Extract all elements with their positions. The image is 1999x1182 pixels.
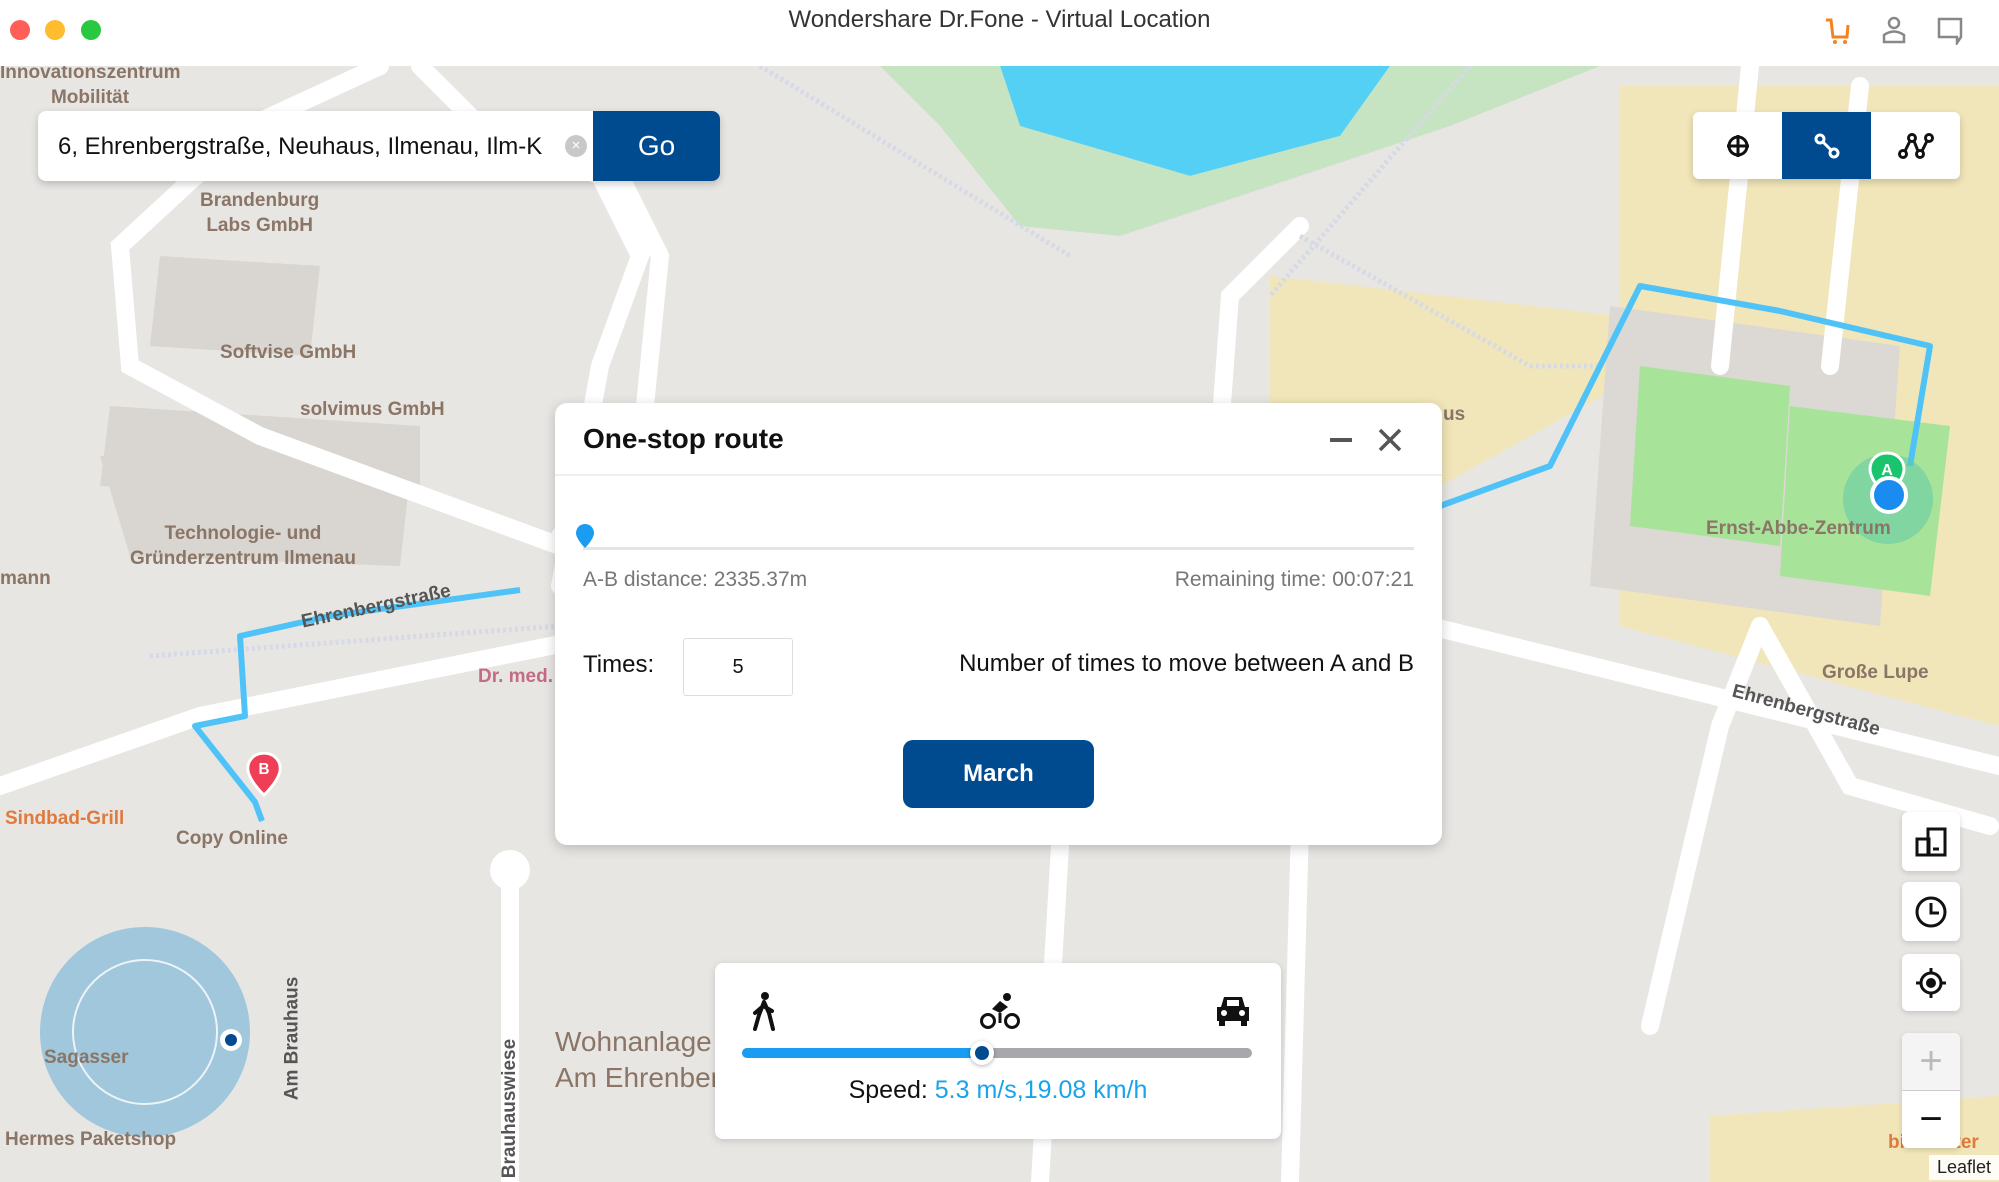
map-label: Große Lupe [1822, 662, 1929, 683]
marker-b-label: B [259, 761, 270, 778]
address-input[interactable] [56, 111, 590, 181]
window-title: Wondershare Dr.Fone - Virtual Location [788, 6, 1211, 33]
map-label: Sagasser [44, 1047, 129, 1068]
zoom-in-button[interactable]: + [1902, 1033, 1960, 1091]
one-stop-route-dialog: One-stop route A-B distance: 2335.37m Re… [555, 403, 1442, 845]
mode-toolbar [1693, 112, 1960, 179]
multi-stop-route-mode-button[interactable] [1871, 112, 1960, 179]
cart-icon[interactable] [1820, 12, 1856, 48]
one-stop-route-icon [1814, 133, 1839, 158]
map-label: Dr. med. [478, 666, 553, 687]
multi-stop-route-icon [1897, 132, 1934, 159]
zoom-out-button[interactable]: − [1902, 1091, 1960, 1148]
map-label: Wohnanlage Am Ehrenberg [555, 1026, 736, 1093]
street-label: Brauhauswiese [499, 1038, 521, 1179]
speed-panel: Speed: 5.3 m/s,19.08 km/h [715, 963, 1281, 1139]
times-input[interactable] [683, 638, 793, 696]
current-location-dot [1870, 476, 1908, 514]
account-icon[interactable] [1876, 12, 1912, 48]
times-description: Number of times to move between A and B [959, 650, 1414, 677]
speed-readout: Speed: 5.3 m/s,19.08 km/h [715, 1076, 1281, 1105]
devices-icon [1915, 827, 1947, 856]
feedback-icon[interactable] [1932, 12, 1968, 48]
map-label: Brandenburg Labs GmbH [200, 190, 320, 236]
map-label: Ernst-Abbe-Zentrum [1706, 518, 1891, 539]
map-label: Sindbad-Grill [5, 808, 125, 829]
teleport-icon [1726, 134, 1749, 157]
clock-icon [1915, 896, 1947, 927]
device-switch-button[interactable] [1902, 812, 1960, 871]
search-bar: × Go [38, 111, 720, 181]
map-label: Innovationszentrum Mobilität [0, 66, 181, 108]
map-label: solvimus GmbH [300, 399, 445, 420]
crosshair-icon [1916, 967, 1946, 998]
speed-value: 5.3 m/s,19.08 km/h [934, 1076, 1148, 1104]
clear-input-icon[interactable]: × [565, 135, 587, 157]
go-button[interactable]: Go [593, 111, 720, 181]
speed-slider-thumb[interactable] [969, 1041, 994, 1065]
map-label: Hermes Paketshop [5, 1129, 177, 1150]
teleport-mode-button[interactable] [1693, 112, 1782, 179]
history-button[interactable] [1902, 882, 1960, 941]
speed-slider[interactable] [742, 1041, 1252, 1065]
map-label: mann [0, 568, 51, 589]
progress-pin-icon [576, 524, 594, 548]
map-label: Technologie- und Gründerzentrum Ilmenau [130, 523, 356, 569]
minimize-dialog-button[interactable] [1330, 438, 1352, 442]
close-dialog-button[interactable] [1375, 425, 1405, 455]
dialog-title: One-stop route [583, 423, 784, 454]
car-icon[interactable] [1215, 991, 1251, 1027]
map-label: us [1443, 404, 1466, 425]
speed-label: Speed: [848, 1076, 935, 1104]
street-label: Am Brauhaus [281, 976, 303, 1101]
walk-icon[interactable] [751, 991, 777, 1031]
center-location-button[interactable] [1902, 954, 1960, 1011]
speed-slider-fill [742, 1048, 982, 1058]
route-progress-bar [583, 547, 1414, 550]
one-stop-route-mode-button[interactable] [1782, 112, 1871, 179]
divider [555, 474, 1442, 476]
march-button[interactable]: March [903, 740, 1094, 808]
map-label: Copy Online [176, 828, 288, 849]
title-bar: Wondershare Dr.Fone - Virtual Location [0, 0, 1999, 66]
remaining-time: Remaining time: 00:07:21 [1174, 568, 1414, 591]
times-label: Times: [583, 651, 655, 678]
zoom-control: + − [1902, 1033, 1960, 1148]
bike-icon[interactable] [980, 991, 1020, 1031]
ab-distance: A-B distance: 2335.37m [583, 568, 808, 591]
map-attribution[interactable]: Leaflet [1928, 1155, 1999, 1180]
map-label: Softvise GmbH [220, 342, 357, 363]
